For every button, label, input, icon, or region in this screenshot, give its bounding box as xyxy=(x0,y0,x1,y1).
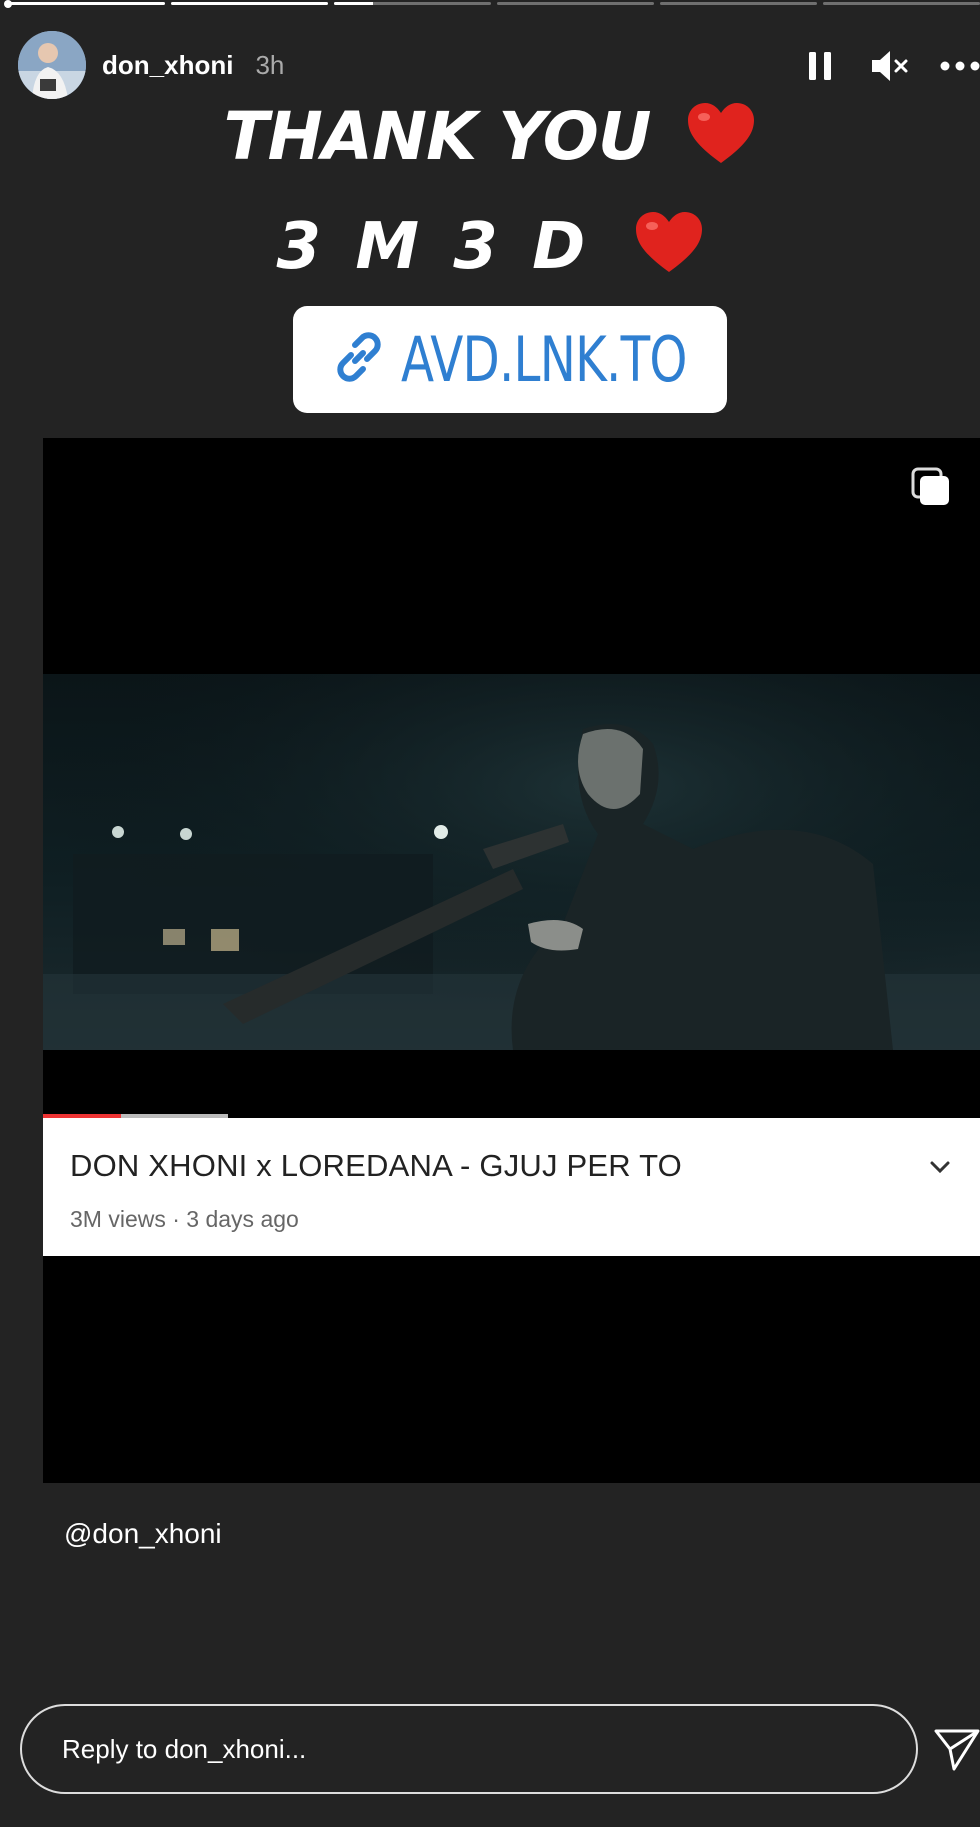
progress-segment xyxy=(823,2,980,5)
video-thumbnail xyxy=(43,674,980,1050)
video-title: DON XHONI x LOREDANA - GJUJ PER TO xyxy=(70,1148,682,1183)
story-text-line-2: 3 M 3 D xyxy=(0,210,980,290)
progress-segment xyxy=(497,2,654,5)
video-info-card: DON XHONI x LOREDANA - GJUJ PER TO 3M vi… xyxy=(43,1118,980,1256)
pause-icon[interactable] xyxy=(800,46,840,86)
username[interactable]: don_xhoni xyxy=(102,50,233,81)
more-icon[interactable] xyxy=(940,46,980,86)
chevron-down-icon xyxy=(928,1158,952,1176)
heart-emoji-icon xyxy=(634,210,704,290)
send-icon[interactable] xyxy=(932,1725,980,1773)
avatar-image xyxy=(18,31,86,99)
overlay-text: THANK YOU xyxy=(223,98,652,175)
reply-input[interactable] xyxy=(62,1733,916,1765)
overlay-text: 3 M 3 D xyxy=(276,210,592,284)
link-icon xyxy=(329,327,389,392)
heart-emoji-icon xyxy=(686,101,756,181)
link-sticker[interactable]: AVD.LNK.TO xyxy=(293,306,727,413)
progress-segment xyxy=(8,2,165,5)
reply-bar xyxy=(20,1704,918,1794)
video-meta: 3M views · 3 days ago xyxy=(70,1206,299,1232)
link-label: AVD.LNK.TO xyxy=(401,323,687,396)
progress-segment xyxy=(334,2,491,5)
story-header: don_xhoni 3h xyxy=(18,30,980,100)
progress-segment xyxy=(171,2,328,5)
progress-dot xyxy=(4,0,12,8)
story-progress xyxy=(0,0,980,8)
post-time: 3h xyxy=(255,49,285,80)
mute-icon[interactable] xyxy=(870,46,910,86)
avatar[interactable] xyxy=(18,31,86,99)
multiple-posts-icon xyxy=(910,466,952,508)
shared-media[interactable]: DON XHONI x LOREDANA - GJUJ PER TO 3M vi… xyxy=(43,438,980,1483)
story-text-line-1: THANK YOU xyxy=(0,98,980,181)
story-controls xyxy=(800,46,980,86)
progress-segment xyxy=(660,2,817,5)
mention-tag[interactable]: @don_xhoni xyxy=(64,1518,222,1550)
